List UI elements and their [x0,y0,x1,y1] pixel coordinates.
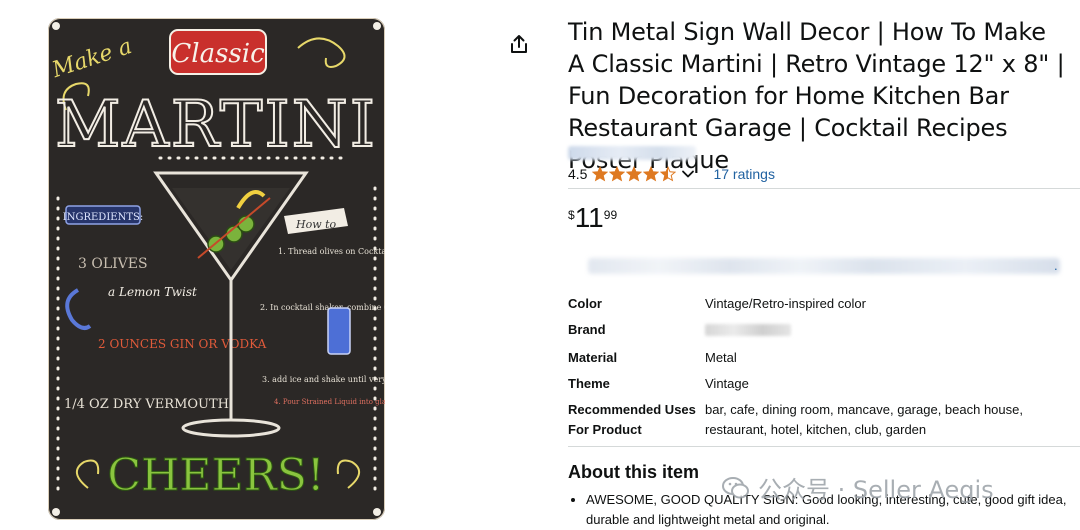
spec-row-brand: Brand [568,320,1068,348]
sign-olives: 3 OLIVES [78,256,148,272]
price-fraction: 99 [603,208,618,222]
star-half-icon [660,166,677,182]
about-bullets: AWESOME, GOOD QUALITY SIGN: Good looking… [568,490,1080,530]
sign-howto: How to [295,218,337,231]
chevron-down-icon[interactable] [681,167,695,181]
sign-step1: 1. Thread olives on Cocktail Pick [278,247,385,256]
spec-row-theme: Theme Vintage [568,374,1068,400]
spec-value: bar, cafe, dining room, mancave, garage,… [705,402,1023,437]
sign-ingredients: INGREDIENTS: [63,212,143,223]
ratings-count-link[interactable]: 17 ratings [713,166,774,182]
price-whole: 11 [574,202,604,233]
star-rating[interactable] [592,166,677,182]
list-item: AWESOME, GOOD QUALITY SIGN: Good looking… [586,490,1080,530]
spec-key: Recommended Uses For Product [568,402,696,437]
sign-step4: 4. Pour Strained Liquid into glass. Add … [274,398,385,406]
rivet-icon [373,508,381,516]
rating-value: 4.5 [568,166,588,182]
brand-value-redacted [705,324,791,336]
share-button[interactable] [506,30,532,58]
spec-row-color: Color Vintage/Retro-inspired color [568,294,1068,320]
spec-value: Vintage [705,376,749,391]
delivery-info-end: . [1054,258,1058,273]
sign-step3: 3. add ice and shake until very cold! [262,375,385,384]
rivet-icon [52,22,60,30]
rivet-icon [52,508,60,516]
sign-cheers: CHEERS! [107,450,324,501]
spec-row-material: Material Metal [568,348,1068,374]
sign-vermouth: 1/4 OZ DRY VERMOUTH [64,397,229,412]
martini-sign-artwork: Make a Classic MARTINI INGREDIENTS: 3 OL… [48,22,385,516]
rivet-icon [373,22,381,30]
spec-row-recommended-uses: Recommended Uses For Product bar, cafe, … [568,400,1068,440]
sign-make-a: Make a [48,34,135,83]
sign-gin: 2 OUNCES GIN OR VODKA [98,337,267,351]
price: $ 11 99 [568,202,617,234]
star-full-icon [626,166,643,182]
delivery-info-redacted [588,258,1060,274]
spec-value [705,320,1068,348]
sign-martini: MARTINI [55,88,377,162]
spec-value: Metal [705,350,737,365]
store-link-redacted[interactable] [568,146,696,160]
spec-key: Color [568,296,602,311]
spec-key: Theme [568,376,610,391]
spec-key: Material [568,350,618,365]
share-icon [511,35,527,53]
star-full-icon [609,166,626,182]
divider [568,446,1080,447]
sign-lemon: a Lemon Twist [108,285,197,299]
star-full-icon [592,166,609,182]
sign-step2: 2. In cocktail shaker, combine Gin & Ver… [260,303,385,312]
divider [568,188,1080,189]
price-symbol: $ [568,208,575,222]
spec-key: Brand [568,322,606,337]
star-full-icon [643,166,660,182]
about-heading: About this item [568,462,699,482]
product-image[interactable]: Make a Classic MARTINI INGREDIENTS: 3 OL… [48,18,385,520]
sign-classic: Classic [171,39,265,69]
rating-row: 4.5 17 ratings [568,164,775,184]
product-specs-table: Color Vintage/Retro-inspired color Brand… [568,294,1068,440]
spec-value: Vintage/Retro-inspired color [705,296,866,311]
